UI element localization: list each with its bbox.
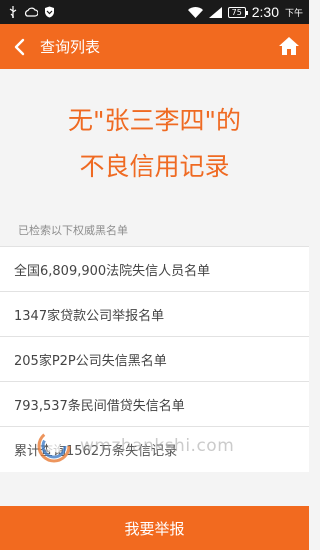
status-time: 2:30 <box>251 4 279 20</box>
usb-icon <box>8 6 18 18</box>
wifi-icon <box>187 6 203 18</box>
list-item: 1347家贷款公司举报名单 <box>0 292 309 337</box>
status-right-icons: 75 2:30 下午 <box>187 4 303 20</box>
back-button[interactable] <box>0 24 38 69</box>
list-item: 全国6,809,900法院失信人员名单 <box>0 247 309 292</box>
home-button[interactable] <box>277 34 301 58</box>
list-item: 793,537条民间借贷失信名单 <box>0 382 309 427</box>
report-button[interactable]: 我要举报 <box>0 506 309 550</box>
headline-line-1: 无"张三李四"的 <box>68 106 241 135</box>
list-item: 205家P2P公司失信黑名单 <box>0 337 309 382</box>
blacklist-list: 全国6,809,900法院失信人员名单 1347家贷款公司举报名单 205家P2… <box>0 246 309 472</box>
chevron-left-icon <box>14 38 25 55</box>
page-title: 查询列表 <box>40 38 101 56</box>
headline-line-2: 不良信用记录 <box>79 152 230 181</box>
status-bar: 75 2:30 下午 <box>0 0 309 24</box>
status-ampm: 下午 <box>284 8 303 19</box>
home-icon <box>279 37 299 55</box>
status-left-icons <box>8 6 55 18</box>
app-bar: 查询列表 <box>0 24 309 69</box>
signal-icon <box>208 6 222 18</box>
section-label: 已检索以下权威黑名单 <box>18 224 128 237</box>
shield-icon <box>44 6 55 18</box>
battery-icon: 75 <box>227 6 248 18</box>
list-item: 累计查询1562万条失信记录 <box>14 444 178 459</box>
result-headline: 无"张三李四"的 不良信用记录 <box>0 98 309 190</box>
cloud-icon <box>24 7 38 17</box>
